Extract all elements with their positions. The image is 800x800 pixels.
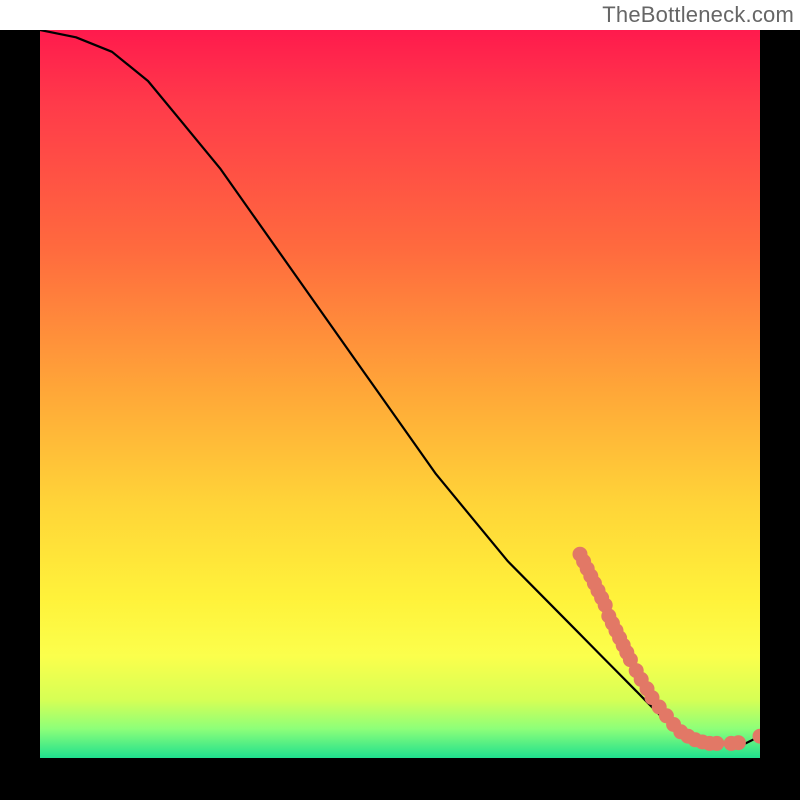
data-point (709, 736, 724, 751)
plot-frame (0, 30, 800, 800)
performance-curve (40, 30, 760, 743)
chart-stage: TheBottleneck.com (0, 0, 800, 800)
data-points (573, 547, 761, 751)
data-point (753, 729, 761, 744)
plot-area (40, 30, 760, 758)
attribution-text: TheBottleneck.com (602, 2, 794, 28)
data-point (731, 735, 746, 750)
chart-svg (40, 30, 760, 758)
